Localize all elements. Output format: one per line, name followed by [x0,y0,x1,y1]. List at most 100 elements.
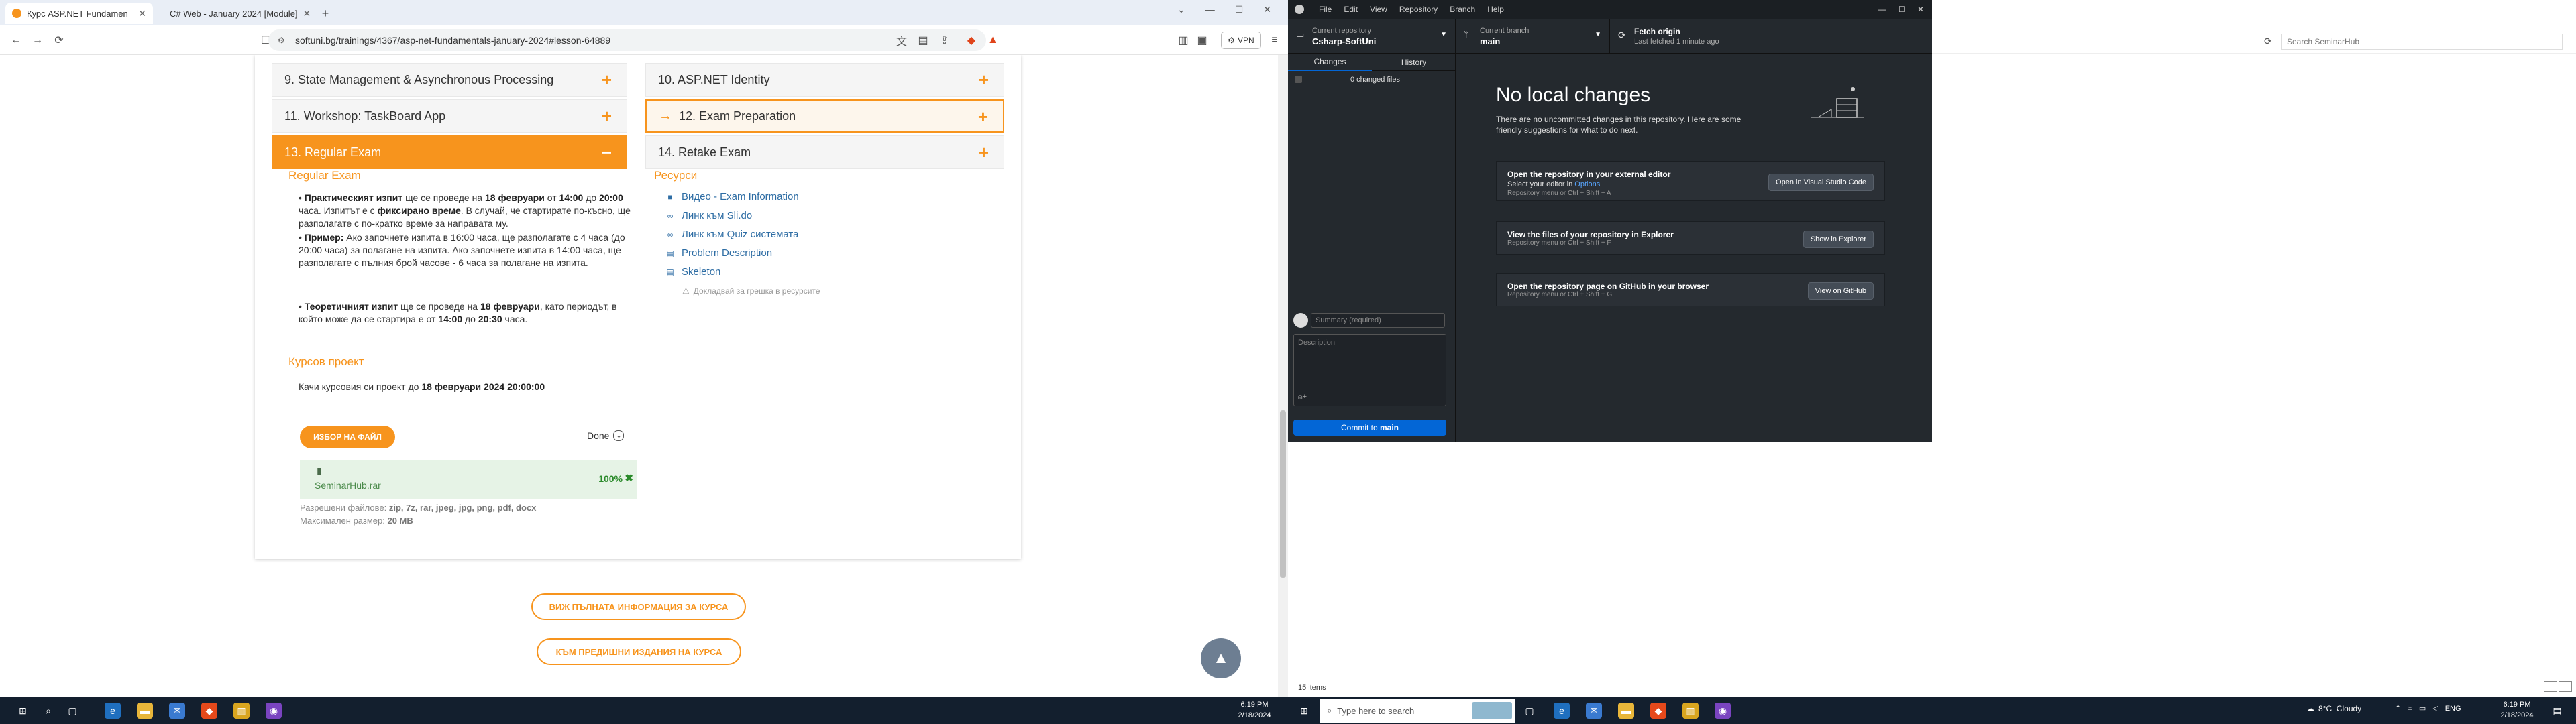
maximize-icon[interactable]: ☐ [1235,4,1244,21]
network-icon[interactable]: ⌸ [2408,704,2412,713]
reload-icon[interactable]: ⟳ [51,32,67,48]
battery-icon[interactable]: ▭ [2419,704,2426,713]
resource-problem-description-link[interactable]: ▤ Problem Description [665,247,772,259]
close-window-icon[interactable]: ✕ [1263,4,1271,21]
collapse-icon[interactable]: − [602,143,612,161]
fetch-origin-button[interactable]: ⟳ Fetch origin Last fetched 1 minute ago [1610,19,1764,54]
close-window-icon[interactable]: ✕ [1917,5,1924,14]
close-tab-icon[interactable]: ✕ [303,8,311,19]
menu-view[interactable]: View [1370,5,1387,14]
language-indicator[interactable]: ENG [2445,705,2461,713]
scroll-to-top-button[interactable]: ▲ [1201,638,1241,678]
menu-icon[interactable]: ≡ [1267,32,1283,48]
expand-icon[interactable]: + [979,71,989,88]
lesson-12[interactable]: → 12. Exam Preparation + [645,99,1004,133]
sidebar-icon[interactable]: ▥ [1175,32,1191,48]
brave-icon[interactable]: ◆ [1650,703,1666,719]
taskbar-search-box[interactable]: ⌕ Type here to search [1320,699,1515,723]
choose-file-button[interactable]: ИЗБОР НА ФАЙЛ [300,426,395,448]
tab-csharp-web[interactable]: C# Web - January 2024 [Module] ✕ [158,3,312,24]
clock-right[interactable]: 6:19 PM 2/18/2024 [2497,699,2537,721]
search-icon[interactable]: ⌕ [40,703,56,719]
open-in-vscode-button[interactable]: Open in Visual Studio Code [1768,174,1874,191]
resource-video-link[interactable]: ■ Видео - Exam Information [665,191,798,202]
remove-file-icon[interactable]: ✖ [625,472,633,484]
menu-repository[interactable]: Repository [1399,5,1438,14]
task-view-icon[interactable]: ▢ [64,703,80,719]
resource-skeleton-link[interactable]: ▤ Skeleton [665,266,720,278]
mail-icon[interactable]: ✉ [169,703,185,719]
tiles-view-icon[interactable] [2559,681,2572,692]
tab-history[interactable]: History [1372,54,1456,71]
chevron-up-icon[interactable]: ⌃ [2395,704,2401,713]
menu-branch[interactable]: Branch [1450,5,1475,14]
vpn-button[interactable]: ⚙ VPN [1221,32,1261,49]
sticky-notes-icon[interactable]: ▥ [233,703,250,719]
weather-widget[interactable]: ☁ 8°C Cloudy [2306,704,2361,713]
close-tab-icon[interactable]: ✕ [138,8,146,19]
tab-asp-net-fundamentals[interactable]: Курс ASP.NET Fundamentals - ✕ [5,3,153,24]
sticky-notes-icon[interactable]: ▥ [1682,703,1699,719]
brave-rewards-icon[interactable]: ▲ [985,32,1001,48]
full-course-info-button[interactable]: ВИЖ ПЪЛНАТА ИНФОРМАЦИЯ ЗА КУРСА [531,593,746,620]
volume-icon[interactable]: ◁ [2432,704,2438,713]
refresh-icon[interactable]: ⟳ [2264,36,2272,47]
page-scrollbar[interactable] [1278,55,1288,697]
share-icon[interactable]: ⇪ [936,32,953,48]
clock-left[interactable]: 6:19 PM 2/18/2024 [1234,699,1275,721]
scrollbar-thumb[interactable] [1280,410,1286,578]
view-on-github-button[interactable]: View on GitHub [1807,282,1874,300]
details-view-icon[interactable] [2544,681,2557,692]
explorer-search-box[interactable]: Search SeminarHub [2281,34,2563,50]
lesson-13[interactable]: 13. Regular Exam − [272,135,627,169]
github-desktop-icon[interactable]: ◉ [1715,703,1731,719]
options-link[interactable]: Options [1574,180,1600,188]
lesson-11[interactable]: 11. Workshop: TaskBoard App + [272,99,627,133]
task-view-icon[interactable]: ▢ [1521,703,1538,719]
address-bar[interactable]: ⚙ softuni.bg/trainings/4367/asp-net-fund… [268,29,986,51]
translate-icon[interactable]: 文 [894,32,910,48]
summary-input[interactable]: Summary (required) [1311,313,1445,328]
lesson-9[interactable]: 9. State Management & Asynchronous Proce… [272,63,627,97]
menu-help[interactable]: Help [1487,5,1504,14]
add-coauthor-icon[interactable]: ⍝+ [1298,393,1307,402]
lesson-14[interactable]: 14. Retake Exam + [645,135,1004,169]
expand-icon[interactable]: + [978,108,988,125]
brave-shield-icon[interactable]: ◆ [963,32,979,48]
edge-icon[interactable]: e [105,703,121,719]
menu-edit[interactable]: Edit [1344,5,1358,14]
resource-slido-link[interactable]: ∞ Линк към Sli.do [665,210,752,221]
reader-icon[interactable]: ▤ [915,32,931,48]
minimize-icon[interactable]: — [1878,5,1886,14]
file-name[interactable]: SeminarHub.rar [315,480,381,491]
current-repository-selector[interactable]: ▭ Current repository Csharp-SoftUni ▼ [1288,19,1456,54]
windows-start-icon[interactable]: ⊞ [15,703,31,719]
expand-icon[interactable]: + [979,143,989,161]
minimize-icon[interactable]: — [1205,4,1215,21]
forward-icon[interactable]: → [30,32,46,48]
lesson-10[interactable]: 10. ASP.NET Identity + [645,63,1004,97]
file-explorer-icon[interactable]: ▬ [1618,703,1634,719]
commit-button[interactable]: Commit to main [1293,420,1446,436]
description-input[interactable]: Description ⍝+ [1293,334,1446,406]
select-all-checkbox[interactable] [1295,76,1302,83]
site-info-icon[interactable]: ⚙ [278,36,285,45]
show-in-explorer-button[interactable]: Show in Explorer [1803,231,1874,248]
github-desktop-icon[interactable]: ◉ [266,703,282,719]
notifications-icon[interactable]: ▤ [2549,703,2565,719]
expand-icon[interactable]: + [602,71,612,88]
maximize-icon[interactable]: ☐ [1898,5,1906,14]
tab-search-icon[interactable]: ⌄ [1177,4,1185,21]
back-icon[interactable]: ← [8,32,24,48]
wallet-icon[interactable]: ▣ [1194,32,1210,48]
current-branch-selector[interactable]: ᛘ Current branch main ▼ [1456,19,1610,54]
tab-changes[interactable]: Changes [1288,54,1372,71]
previous-editions-button[interactable]: КЪМ ПРЕДИШНИ ИЗДАНИЯ НА КУРСА [537,638,741,665]
brave-icon[interactable]: ◆ [201,703,217,719]
edge-icon[interactable]: e [1554,703,1570,719]
file-explorer-icon[interactable]: ▬ [137,703,153,719]
menu-file[interactable]: File [1319,5,1332,14]
resource-quiz-link[interactable]: ∞ Линк към Quiz системата [665,229,799,240]
mail-icon[interactable]: ✉ [1586,703,1602,719]
done-toggle[interactable]: Done ⌄ [587,430,625,441]
